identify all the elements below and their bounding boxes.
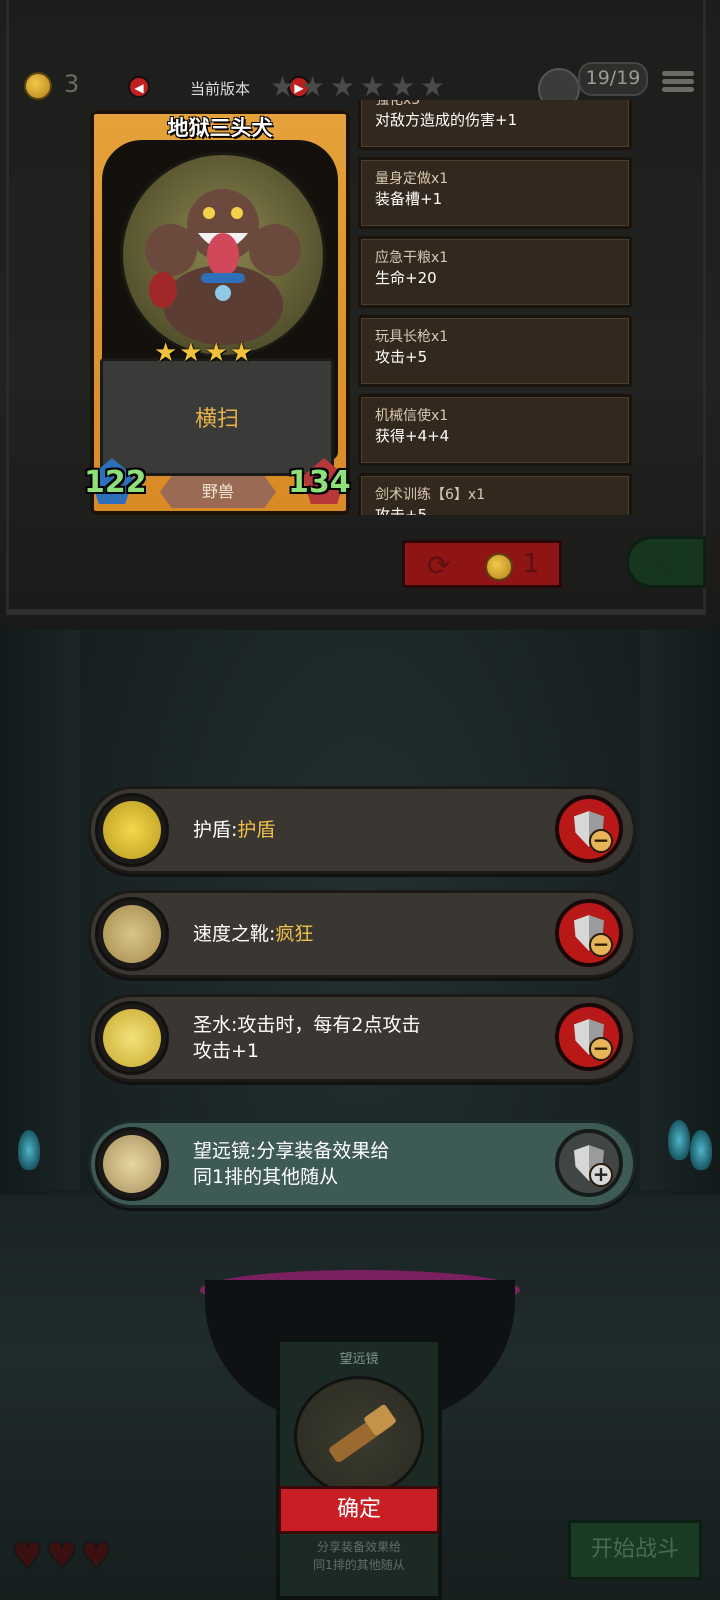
unit-tribe: 野兽 (160, 476, 276, 508)
coin-icon (485, 553, 513, 581)
cerberus-portrait (120, 152, 326, 358)
search-icon: 🔍︎ (641, 545, 677, 578)
cerberus-icon (145, 189, 301, 345)
equip-option-text: 圣水:攻击时，每有2点攻击 攻击+1 (193, 1014, 421, 1062)
equipment-item[interactable]: 机械信使x1 获得+4+4 (358, 394, 632, 466)
unit-card[interactable]: 地狱三头犬 横扫 ★★★★ 122 野兽 134 (84, 110, 351, 515)
equipment-name: 玩具长枪x1 (375, 329, 449, 345)
preview-title: 望远镜 (339, 1352, 379, 1367)
equipment-name: 强化x3 (375, 100, 421, 108)
equipment-item[interactable]: 剑术训练【6】x1 攻击+5 (358, 473, 632, 515)
equipment-effect: 攻击+5 (375, 348, 428, 366)
prev-version-button[interactable]: ◀ (128, 76, 150, 98)
star-icon: ★ (390, 70, 416, 103)
candle-flame-icon (690, 1130, 712, 1170)
unequip-button[interactable]: − (555, 899, 623, 967)
equipment-name: 量身定做x1 (375, 171, 449, 187)
candle-flame-icon (18, 1130, 40, 1170)
equip-option-icon (95, 1127, 169, 1201)
holy-water-icon (103, 1009, 161, 1067)
equipment-name: 机械信使x1 (375, 408, 449, 424)
star-icon: ★ (330, 70, 356, 103)
menu-icon[interactable] (662, 68, 694, 96)
unequip-button[interactable]: − (555, 1003, 623, 1071)
equipment-preview-card: 望远镜 确定 分享装备效果给 同1排的其他随从 (276, 1338, 442, 1600)
preview-description: 分享装备效果给 同1排的其他随从 (313, 1540, 405, 1572)
equipment-name: 剑术训练【6】x1 (375, 487, 486, 503)
equip-option-icon (95, 897, 169, 971)
telescope-icon (294, 1376, 424, 1496)
coin-count: 3 (64, 70, 80, 98)
equip-option[interactable]: 圣水:攻击时，每有2点攻击 攻击+1 − (88, 994, 636, 1082)
plus-icon: + (589, 1163, 613, 1187)
telescope-icon (103, 1135, 161, 1193)
equipment-effect: 装备槽+1 (375, 190, 443, 208)
unit-stars: ★★★★ (154, 338, 256, 368)
equip-option-text: 护盾:护盾 (193, 819, 276, 841)
refresh-button[interactable]: ⟳ 1 (402, 540, 562, 588)
equipment-effect: 生命+20 (375, 269, 437, 287)
equip-button[interactable]: + (555, 1129, 623, 1197)
ability-name: 横扫 (194, 407, 239, 432)
unequip-button[interactable]: − (555, 795, 623, 863)
search-button[interactable]: 🔍︎ (626, 536, 706, 588)
equipment-item[interactable]: 强化x3 对敌方造成的伤害+1 (358, 100, 632, 150)
unit-name: 地狱三头犬 (167, 116, 273, 140)
star-icon: ★ (420, 70, 446, 103)
refresh-cost: 1 (523, 549, 540, 579)
equip-option-icon (95, 1001, 169, 1075)
star-icon: ★ (300, 70, 326, 103)
equipment-list[interactable]: 强化x3 对敌方造成的伤害+1 量身定做x1 装备槽+1 应急干粮x1 生命+2… (358, 100, 634, 515)
unit-attack: 122 (84, 465, 147, 500)
left-pillar (0, 630, 80, 1190)
equipment-effect: 攻击+5 (375, 506, 428, 515)
start-battle-button[interactable]: 开始战斗 (568, 1520, 702, 1580)
unit-counter: 19/19 (578, 62, 648, 96)
version-label: 当前版本 (190, 80, 251, 98)
shield-warrior-icon (103, 801, 161, 859)
minus-icon: − (589, 933, 613, 957)
refresh-icon: ⟳ (427, 549, 451, 582)
equipment-item[interactable]: 量身定做x1 装备槽+1 (358, 157, 632, 229)
minus-icon: − (589, 829, 613, 853)
star-icon: ★ (270, 70, 296, 103)
equipment-item[interactable]: 应急干粮x1 生命+20 (358, 236, 632, 308)
right-pillar (640, 630, 720, 1190)
equip-option-text: 速度之靴:疯狂 (193, 923, 314, 945)
coin-icon (24, 72, 52, 100)
equip-option-text: 望远镜:分享装备效果给 同1排的其他随从 (193, 1140, 390, 1188)
star-icon: ★ (360, 70, 386, 103)
equipment-effect: 获得+4+4 (375, 427, 450, 445)
equipment-name: 应急干粮x1 (375, 250, 449, 266)
equip-option-selected[interactable]: 望远镜:分享装备效果给 同1排的其他随从 + (88, 1120, 636, 1208)
candle-flame-icon (668, 1120, 690, 1160)
equip-option[interactable]: 速度之靴:疯狂 − (88, 890, 636, 978)
ability-box: 横扫 (100, 358, 334, 476)
equip-option[interactable]: 护盾:护盾 − (88, 786, 636, 874)
equipment-effect: 对敌方造成的伤害+1 (375, 111, 518, 129)
equip-option-icon (95, 793, 169, 867)
minus-icon: − (589, 1037, 613, 1061)
confirm-button[interactable]: 确定 (278, 1486, 440, 1534)
equipment-item[interactable]: 玩具长枪x1 攻击+5 (358, 315, 632, 387)
unit-health: 134 (288, 465, 351, 500)
boot-icon (103, 905, 161, 963)
lives-hearts: ♥♥♥ (12, 1536, 116, 1576)
